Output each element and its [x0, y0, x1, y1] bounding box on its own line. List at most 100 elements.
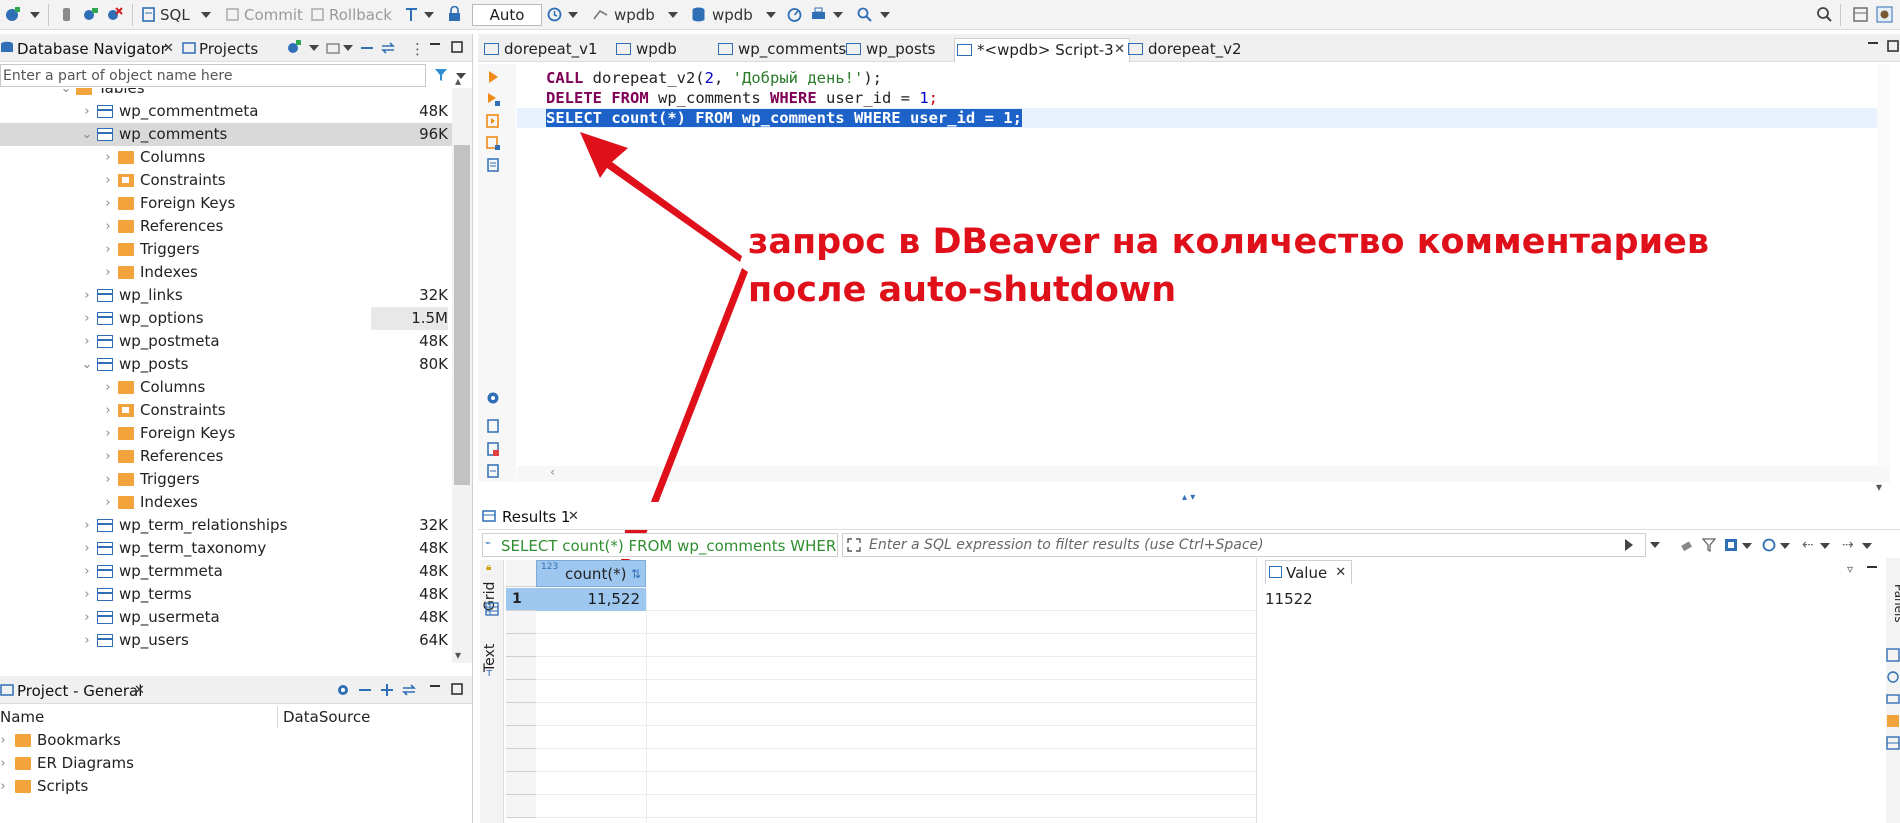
minimize-icon[interactable]: [1866, 39, 1880, 53]
column-header-datasource[interactable]: DataSource: [283, 706, 370, 728]
tab-projects[interactable]: Projects: [199, 38, 258, 60]
chevron-right-icon[interactable]: ›: [81, 284, 93, 307]
chevron-right-icon[interactable]: ›: [102, 261, 114, 284]
chevron-right-icon[interactable]: ›: [102, 399, 114, 422]
execute-script-icon[interactable]: [486, 114, 500, 128]
lock-icon[interactable]: [446, 5, 463, 23]
save-script-icon[interactable]: [486, 442, 500, 456]
tree-item-table[interactable]: ⌄ wp_posts 80K: [0, 353, 452, 376]
chevron-right-icon[interactable]: ›: [0, 775, 9, 798]
sql-button[interactable]: SQL: [160, 4, 190, 26]
tree-item-folder[interactable]: › Columns: [0, 146, 452, 169]
saved-filters-icon[interactable]: [1724, 538, 1738, 552]
close-icon[interactable]: ✕: [1114, 39, 1125, 61]
chevron-right-icon[interactable]: ›: [81, 514, 93, 537]
new-folder-icon[interactable]: [326, 41, 340, 55]
active-datasource-select[interactable]: wpdb: [614, 4, 655, 26]
row-number[interactable]: 1: [506, 588, 536, 611]
tree-item-table[interactable]: › wp_postmeta 48K: [0, 330, 452, 353]
row-number[interactable]: [506, 749, 536, 772]
chevron-down-icon[interactable]: [1742, 543, 1752, 549]
forward-icon[interactable]: ⇢: [1842, 537, 1856, 553]
results-grid[interactable]: 123 count(*) ⇅ 1 11,522: [506, 560, 1256, 823]
execute-in-new-tab-icon[interactable]: [486, 92, 500, 106]
tree-item-folder[interactable]: › Indexes: [0, 261, 452, 284]
tab-results-1[interactable]: Results 1: [502, 506, 570, 528]
chevron-right-icon[interactable]: ›: [81, 583, 93, 606]
chevron-down-icon[interactable]: [1780, 543, 1790, 549]
tree-item-table[interactable]: ⌄ wp_comments 96K: [0, 123, 452, 146]
tab-panels[interactable]: Panels: [1886, 578, 1900, 628]
filter-icon[interactable]: [434, 68, 448, 82]
expand-all-icon[interactable]: [380, 683, 394, 697]
sql-editor-icon[interactable]: [140, 6, 157, 23]
chevron-right-icon[interactable]: ›: [81, 560, 93, 583]
chevron-right-icon[interactable]: ›: [102, 169, 114, 192]
editor-vertical-scrollbar[interactable]: [1877, 64, 1890, 466]
project-tree-item[interactable]: › Scripts: [0, 775, 452, 798]
column-header-name[interactable]: Name: [0, 706, 44, 728]
chevron-down-icon[interactable]: [1820, 543, 1830, 549]
grid-corner[interactable]: [506, 560, 536, 587]
tab-value[interactable]: Value ✕: [1265, 560, 1353, 585]
chevron-down-icon[interactable]: [1862, 543, 1872, 549]
chevron-right-icon[interactable]: ›: [0, 752, 9, 775]
editor-horizontal-scrollbar[interactable]: [517, 466, 1890, 482]
row-number[interactable]: [506, 703, 536, 726]
project-tree-item[interactable]: › Bookmarks: [0, 729, 452, 752]
panel-divider[interactable]: [472, 34, 473, 823]
close-icon[interactable]: ✕: [1335, 561, 1346, 585]
grid-icon[interactable]: [485, 602, 499, 616]
chevron-right-icon[interactable]: ›: [81, 330, 93, 353]
invalidate-icon[interactable]: [106, 6, 123, 23]
export-script-icon[interactable]: [486, 464, 500, 478]
connect-icon[interactable]: [82, 6, 99, 23]
query-text-chip[interactable]: SELECT count(*) FROM wp_comments WHERE u…: [482, 533, 838, 557]
perspective-icon[interactable]: [1852, 6, 1869, 23]
scroll-down-icon[interactable]: ▾: [455, 648, 469, 662]
scrollbar-thumb[interactable]: [454, 145, 470, 485]
tree-item-folder[interactable]: › Constraints: [0, 169, 452, 192]
editor-tab[interactable]: dorepeat_v1: [482, 38, 598, 62]
maximize-icon[interactable]: [450, 40, 464, 54]
minimize-icon[interactable]: [428, 682, 442, 696]
chevron-right-icon[interactable]: ›: [81, 537, 93, 560]
chevron-right-icon[interactable]: ›: [102, 468, 114, 491]
editor-tab[interactable]: wp_posts: [844, 38, 936, 62]
chevron-down-icon[interactable]: [424, 12, 434, 18]
tree-item-folder[interactable]: › Constraints: [0, 399, 452, 422]
filter-history-icon[interactable]: [1648, 538, 1662, 552]
chevron-right-icon[interactable]: ›: [102, 215, 114, 238]
minimize-icon[interactable]: [1867, 566, 1877, 568]
chevron-right-icon[interactable]: ›: [81, 307, 93, 330]
chevron-down-icon[interactable]: ▿: [1847, 562, 1853, 576]
maximize-icon[interactable]: [450, 682, 464, 696]
chevron-down-icon[interactable]: [833, 12, 843, 18]
erase-icon[interactable]: [1680, 538, 1694, 552]
view-menu-icon[interactable]: ⋮: [410, 38, 425, 60]
chevron-down-icon[interactable]: [343, 45, 353, 51]
editor-tab[interactable]: *<wpdb> Script-3 ✕: [954, 38, 1130, 62]
panel-icon[interactable]: [1886, 692, 1900, 706]
tree-item-folder[interactable]: › Triggers: [0, 238, 452, 261]
row-number[interactable]: [506, 611, 536, 634]
tab-database-navigator[interactable]: Database Navigator: [17, 38, 167, 60]
chevron-right-icon[interactable]: ›: [102, 238, 114, 261]
row-number[interactable]: [506, 726, 536, 749]
panel-icon[interactable]: [1886, 714, 1900, 728]
row-number[interactable]: [506, 634, 536, 657]
editor-tab[interactable]: dorepeat_v2: [1126, 38, 1242, 62]
chevron-down-icon[interactable]: [568, 12, 578, 18]
scroll-left-icon[interactable]: ‹: [549, 465, 556, 479]
tree-item-folder[interactable]: › Columns: [0, 376, 452, 399]
connection-settings-icon[interactable]: [1762, 538, 1776, 552]
scroll-down-icon[interactable]: ▾: [1876, 480, 1882, 494]
chevron-down-icon[interactable]: [201, 12, 211, 18]
new-connection-icon[interactable]: [287, 40, 301, 54]
chevron-right-icon[interactable]: ›: [0, 729, 9, 752]
transaction-mode-select[interactable]: Auto: [472, 4, 542, 26]
tree-item-folder[interactable]: › Foreign Keys: [0, 422, 452, 445]
new-connection-icon[interactable]: [4, 6, 21, 23]
execute-script-new-tab-icon[interactable]: [486, 136, 500, 150]
tree-item-table[interactable]: › wp_options 1.5M: [0, 307, 452, 330]
